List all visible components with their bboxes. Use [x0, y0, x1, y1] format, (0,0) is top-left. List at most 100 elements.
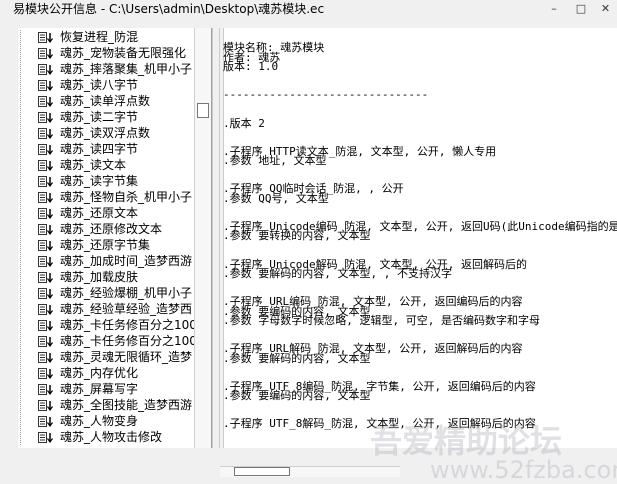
tree-item-label: 魂苏_经验爆棚_机甲小子 — [60, 286, 193, 300]
tree-item[interactable]: 魂苏_还原修改文本 — [18, 222, 194, 237]
tree-item[interactable]: 魂苏_读单浮点数 — [18, 94, 194, 109]
tree-connector — [20, 398, 39, 413]
tree-item[interactable]: 魂苏_读字节集 — [18, 174, 194, 189]
tree-item-label: 魂苏_摔落聚集_机甲小子 — [60, 62, 193, 76]
module-method-icon — [38, 80, 53, 91]
tree-connector — [20, 94, 39, 109]
tree-connector — [20, 414, 39, 429]
tree-item[interactable]: 魂苏_人物变身 — [18, 414, 194, 429]
code-line: .参数 要解码的内容, 文本型 — [223, 351, 371, 365]
module-method-icon — [38, 160, 53, 171]
tree-connector — [20, 238, 39, 253]
close-button[interactable]: ✕ — [594, 0, 617, 18]
tree-item[interactable]: 魂苏_卡任务修百分之100 — [18, 334, 194, 349]
module-method-icon — [38, 304, 53, 315]
tree-item-label: 魂苏_读八字节 — [60, 78, 139, 92]
tree-item[interactable]: 魂苏_还原文本 — [18, 206, 194, 221]
tree-connector — [20, 254, 39, 269]
tree-item-label: 魂苏_怪物自杀_机甲小子 — [60, 190, 193, 204]
tree-connector — [20, 78, 39, 93]
tree-connector — [20, 62, 39, 77]
tree-item[interactable]: 魂苏_人物攻击修改 — [18, 430, 194, 445]
module-method-icon — [38, 176, 53, 187]
code-horizontal-scrollbar-thumb[interactable] — [234, 467, 290, 476]
code-line: .参数 地址, 文本型 — [223, 154, 327, 168]
tree-connector — [20, 222, 39, 237]
tree-item-label: 魂苏_人物攻击修改 — [60, 430, 163, 444]
tree-item[interactable]: 魂苏_加载皮肤 — [18, 270, 194, 285]
tree-scrollbar[interactable] — [194, 28, 211, 448]
tree-item[interactable]: 魂苏_屏幕写字 — [18, 382, 194, 397]
maximize-button[interactable]: □ — [568, 0, 594, 18]
tree-connector — [20, 126, 39, 141]
minimize-button[interactable]: – — [541, 0, 567, 18]
tree-item-label: 恢复进程_防混 — [60, 30, 139, 44]
tree-connector — [20, 30, 39, 45]
module-tree[interactable]: 恢复进程_防混 魂苏_宠物装备无限强化 魂苏_摔落聚集_机甲小子 魂苏_读八字节 魂苏_… — [18, 28, 212, 448]
tree-connector — [20, 318, 39, 333]
tree-item[interactable]: 魂苏_读文本 — [18, 158, 194, 173]
tree-item-label: 魂苏_全图技能_造梦西游 — [60, 398, 193, 412]
client-area: 恢复进程_防混 魂苏_宠物装备无限强化 魂苏_摔落聚集_机甲小子 魂苏_读八字节 魂苏_… — [0, 28, 617, 484]
tree-connector — [20, 270, 39, 285]
tree-item-label: 魂苏_读字节集 — [60, 174, 139, 188]
tree-item[interactable]: 魂苏_经验草经验_造梦西 — [18, 302, 194, 317]
tree-item[interactable]: 魂苏_经验爆棚_机甲小子 — [18, 286, 194, 301]
module-method-icon — [38, 128, 53, 139]
code-line: .参数 字母数字时候忽略, 逻辑型, 可空, 是否编码数字和字母 — [223, 314, 540, 327]
code-line: .参数 要解码的内容, 文本型, , 不支持汉字 — [223, 267, 452, 280]
tree-item[interactable]: 魂苏_内存优化 — [18, 366, 194, 381]
code-view[interactable]: 模块名称: 魂苏模块 作者: 魂苏 版本: 1.0 -----------------… — [219, 28, 617, 448]
module-method-icon — [38, 48, 53, 59]
title-bar: 易模块公开信息 - C:\Users\admin\Desktop\魂苏模块.ec… — [0, 0, 617, 18]
tree-item[interactable]: 魂苏_灵魂无限循环_造梦 — [18, 350, 194, 365]
module-method-icon — [38, 224, 53, 235]
module-method-icon — [38, 256, 53, 267]
code-horizontal-scrollbar[interactable] — [220, 466, 400, 477]
tree-item-label: 魂苏_还原文本 — [60, 206, 139, 220]
tree-item-label: 魂苏_卡任务修百分之100 — [60, 318, 194, 332]
module-method-icon — [38, 336, 53, 347]
tree-item-label: 魂苏_灵魂无限循环_造梦 — [60, 350, 193, 364]
module-method-icon — [38, 112, 53, 123]
tree-item[interactable]: 魂苏_全图技能_造梦西游 — [18, 398, 194, 413]
window-title: 易模块公开信息 - C:\Users\admin\Desktop\魂苏模块.ec — [13, 2, 325, 16]
code-line: ------------------------------- — [223, 88, 429, 102]
tree-item-label: 魂苏_加成时间_造梦西游 — [60, 254, 193, 268]
tree-item-label: 魂苏_加载皮肤 — [60, 270, 139, 284]
tree-scrollbar-thumb[interactable] — [197, 103, 209, 118]
tree-item[interactable]: 魂苏_宠物装备无限强化 — [18, 46, 194, 61]
tree-connector — [20, 190, 39, 205]
module-method-icon — [38, 208, 53, 219]
tree-connector — [20, 302, 39, 317]
tree-item-label: 魂苏_内存优化 — [60, 366, 139, 380]
tree-item[interactable]: 魂苏_读八字节 — [18, 78, 194, 93]
module-method-icon — [38, 272, 53, 283]
tree-item-label: 魂苏_宠物装备无限强化 — [60, 46, 187, 60]
module-method-icon — [38, 368, 53, 379]
tree-connector — [20, 158, 39, 173]
tree-item-label: 魂苏_读双浮点数 — [60, 126, 151, 140]
code-line: .参数 QQ号, 文本型 — [223, 191, 329, 205]
module-method-icon — [38, 64, 53, 75]
module-method-icon — [38, 192, 53, 203]
tree-item[interactable]: 魂苏_读四字节 — [18, 142, 194, 157]
tree-item[interactable]: 魂苏_怪物自杀_机甲小子 — [18, 190, 194, 205]
tree-item[interactable]: 魂苏_读双浮点数 — [18, 126, 194, 141]
tree-item[interactable]: 魂苏_卡任务修百分之100 — [18, 318, 194, 333]
tree-item[interactable]: 恢复进程_防混 — [18, 30, 194, 45]
tree-item[interactable]: 魂苏_还原字节集 — [18, 238, 194, 253]
tree-item[interactable]: 魂苏_读二字节 — [18, 110, 194, 125]
tree-item[interactable]: 魂苏_摔落聚集_机甲小子 — [18, 62, 194, 77]
code-line: .参数 要编码的内容, 文本型 — [223, 389, 371, 403]
tree-connector — [20, 382, 39, 397]
module-method-icon — [38, 416, 53, 427]
code-line: 版本: 1.0 — [223, 60, 279, 74]
tree-item[interactable]: 魂苏_加成时间_造梦西游 — [18, 254, 194, 269]
module-method-icon — [38, 288, 53, 299]
module-method-icon — [38, 352, 53, 363]
panel-splitter[interactable] — [212, 28, 219, 448]
tree-connector — [20, 206, 39, 221]
module-method-icon — [38, 32, 53, 43]
tree-item-label: 魂苏_读单浮点数 — [60, 94, 151, 108]
